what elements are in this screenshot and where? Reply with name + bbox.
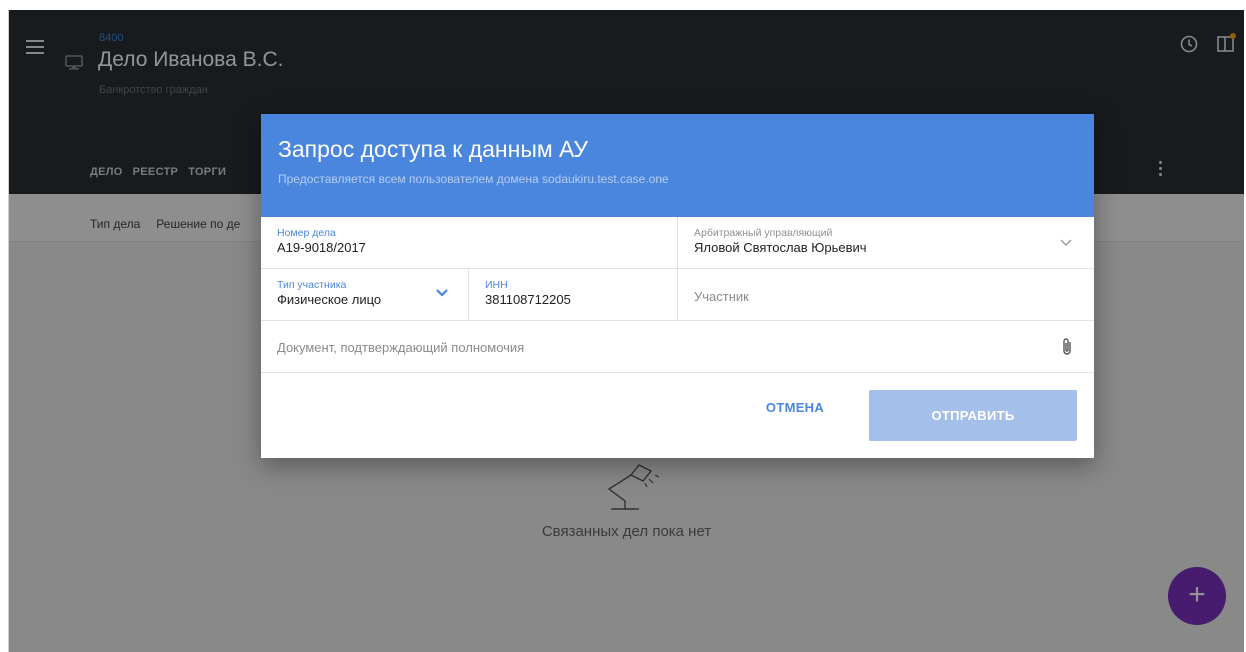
document-upload-field[interactable]: Документ, подтверждающий полномочия (261, 321, 1094, 373)
chevron-down-icon[interactable] (435, 288, 449, 298)
inn-field[interactable]: ИНН 381108712205 (469, 269, 678, 320)
form-row-1: Номер дела А19-9018/2017 Арбитражный упр… (261, 217, 1094, 269)
case-number-label: Номер дела (277, 227, 336, 239)
case-number-field[interactable]: Номер дела А19-9018/2017 (261, 217, 678, 268)
manager-value: Яловой Святослав Юрьевич (694, 240, 867, 255)
document-placeholder: Документ, подтверждающий полномочия (277, 340, 525, 355)
participant-type-label: Тип участника (277, 279, 347, 291)
participant-field[interactable]: Участник (678, 269, 1094, 320)
app-frame: 8400 Дело Иванова В.С. Банкротство гражд… (8, 10, 1244, 652)
chevron-down-icon[interactable] (1059, 237, 1073, 247)
paperclip-icon[interactable] (1060, 336, 1074, 358)
case-number-value: А19-9018/2017 (277, 240, 366, 255)
manager-label: Арбитражный управляющий (694, 227, 833, 239)
participant-placeholder: Участник (694, 289, 749, 304)
participant-type-select[interactable]: Тип участника Физическое лицо (261, 269, 469, 320)
dialog-subtitle: Предоставляется всем пользователем домен… (278, 172, 669, 186)
dialog-header: Запрос доступа к данным АУ Предоставляет… (261, 114, 1094, 217)
participant-type-value: Физическое лицо (277, 292, 382, 307)
form-row-2: Тип участника Физическое лицо ИНН 381108… (261, 269, 1094, 321)
inn-value: 381108712205 (485, 292, 571, 307)
dialog-title: Запрос доступа к данным АУ (278, 136, 588, 162)
access-request-dialog: Запрос доступа к данным АУ Предоставляет… (261, 114, 1094, 458)
cancel-button[interactable]: ОТМЕНА (756, 398, 834, 418)
submit-button[interactable]: ОТПРАВИТЬ (869, 390, 1077, 441)
inn-label: ИНН (485, 279, 508, 291)
manager-select[interactable]: Арбитражный управляющий Яловой Святослав… (678, 217, 1094, 268)
